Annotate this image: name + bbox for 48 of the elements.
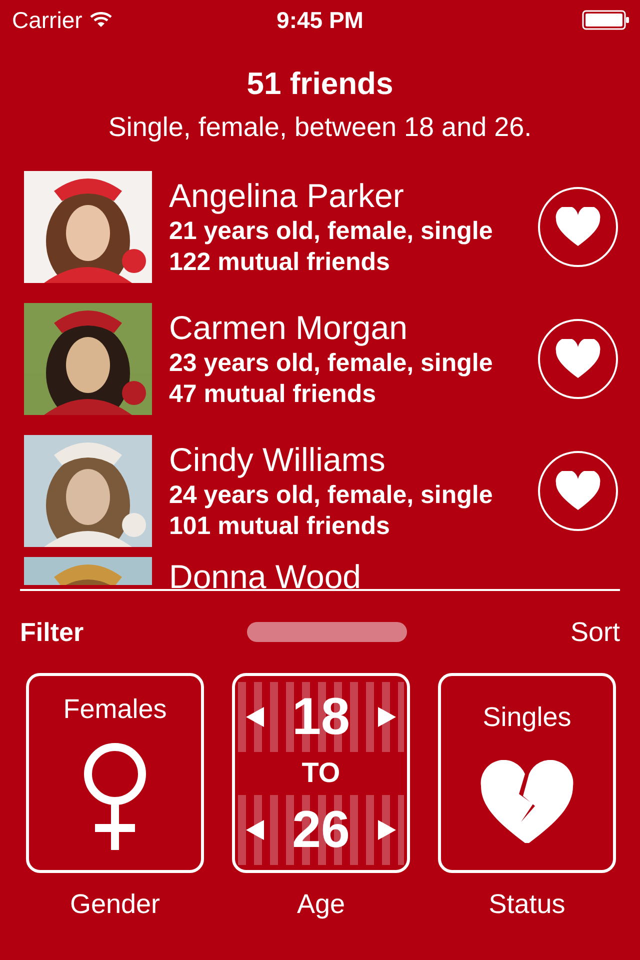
results-subtitle: Single, female, between 18 and 26. bbox=[107, 112, 533, 143]
gender-label: Gender bbox=[70, 889, 160, 920]
status-label: Status bbox=[488, 889, 566, 920]
age-to-picker[interactable]: 26 bbox=[238, 794, 404, 864]
like-button[interactable] bbox=[538, 451, 618, 531]
age-range-joiner: TO bbox=[302, 757, 340, 789]
friend-details: 23 years old, female, single bbox=[169, 348, 494, 379]
drag-handle[interactable] bbox=[247, 622, 408, 642]
wifi-icon bbox=[90, 12, 112, 28]
mutual-friends-count: 47 mutual friends bbox=[169, 379, 377, 410]
heart-icon bbox=[555, 339, 601, 379]
status-filter-card[interactable]: Singles bbox=[438, 673, 616, 873]
friend-details: 21 years old, female, single bbox=[169, 216, 494, 247]
friend-name: Carmen Morgan bbox=[169, 308, 408, 348]
friend-name: Angelina Parker bbox=[169, 176, 405, 216]
age-to-value: 26 bbox=[292, 800, 350, 860]
broken-heart-icon bbox=[479, 760, 575, 844]
like-button[interactable] bbox=[538, 187, 618, 267]
left-arrow-icon bbox=[246, 706, 264, 726]
right-arrow-icon bbox=[378, 706, 396, 726]
friend-name: Cindy Williams bbox=[169, 440, 386, 480]
heart-icon bbox=[555, 207, 601, 247]
mutual-friends-count: 122 mutual friends bbox=[169, 247, 391, 278]
heart-icon bbox=[555, 471, 601, 511]
results-title: 51 friends bbox=[246, 66, 394, 102]
sort-tab[interactable]: Sort bbox=[570, 616, 620, 648]
friend-row[interactable]: Cindy Williams 24 years old, female, single 101 mutual friends bbox=[0, 425, 640, 557]
like-button[interactable] bbox=[538, 319, 618, 399]
friend-name: Donna Wood bbox=[169, 557, 362, 589]
gender-value: Females bbox=[63, 694, 167, 725]
friend-row[interactable]: Carmen Morgan 23 years old, female, single 47 mutual friends bbox=[0, 293, 640, 425]
right-arrow-icon bbox=[378, 820, 396, 840]
age-from-value: 18 bbox=[292, 686, 350, 746]
carrier-name: Carrier bbox=[12, 6, 82, 34]
status-value: Singles bbox=[482, 702, 572, 734]
left-arrow-icon bbox=[246, 820, 264, 840]
age-from-picker[interactable]: 18 bbox=[238, 682, 404, 752]
female-symbol-icon bbox=[83, 742, 147, 852]
filter-tab[interactable]: Filter bbox=[20, 616, 84, 648]
gender-filter-card[interactable]: Females bbox=[26, 673, 204, 873]
status-time: 9:45 PM bbox=[276, 6, 364, 34]
mutual-friends-count: 101 mutual friends bbox=[169, 511, 391, 542]
friend-details: 24 years old, female, single bbox=[169, 480, 494, 511]
age-label: Age bbox=[296, 889, 346, 920]
friend-row[interactable]: Angelina Parker 21 years old, female, single 122 mutual friends bbox=[0, 161, 640, 293]
friend-row[interactable]: Donna Wood bbox=[0, 557, 640, 589]
age-filter-card[interactable]: 18 TO 26 bbox=[232, 673, 410, 873]
battery-icon bbox=[582, 10, 630, 30]
